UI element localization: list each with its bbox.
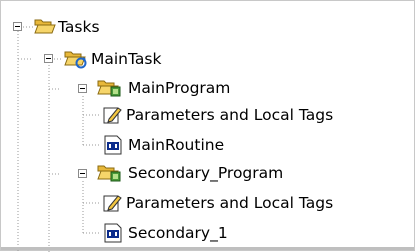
tag-edit-icon (103, 195, 122, 212)
routine-icon (104, 223, 122, 243)
tag-edit-icon (103, 107, 122, 124)
program-folder-icon (97, 80, 121, 97)
tree-item-secondary-routine[interactable]: Secondary_1 (128, 223, 228, 243)
tree-item-main-program-parameters[interactable]: Parameters and Local Tags (126, 105, 333, 125)
routine-icon (104, 135, 122, 155)
tree-item-secondary-program-parameters[interactable]: Parameters and Local Tags (126, 193, 333, 213)
program-folder-icon (97, 165, 121, 182)
secondary-program-collapse-toggle[interactable] (78, 169, 87, 178)
tasks-collapse-toggle[interactable] (13, 22, 22, 31)
task-folder-icon (64, 51, 87, 69)
tree-item-main-program[interactable]: MainProgram (128, 78, 230, 98)
panel-bottom-border (1, 247, 414, 250)
main-program-collapse-toggle[interactable] (78, 84, 87, 93)
tree-item-main-routine[interactable]: MainRoutine (128, 135, 224, 155)
folder-open-icon (34, 19, 56, 34)
tree-panel: Tasks MainTask MainProgram Parameters an… (0, 0, 415, 252)
tree-item-main-task[interactable]: MainTask (91, 49, 161, 69)
tree-item-secondary-program[interactable]: Secondary_Program (128, 163, 283, 183)
main-task-collapse-toggle[interactable] (44, 54, 53, 63)
tree-item-tasks[interactable]: Tasks (58, 17, 100, 37)
tree-connector-lines (17, 26, 101, 252)
